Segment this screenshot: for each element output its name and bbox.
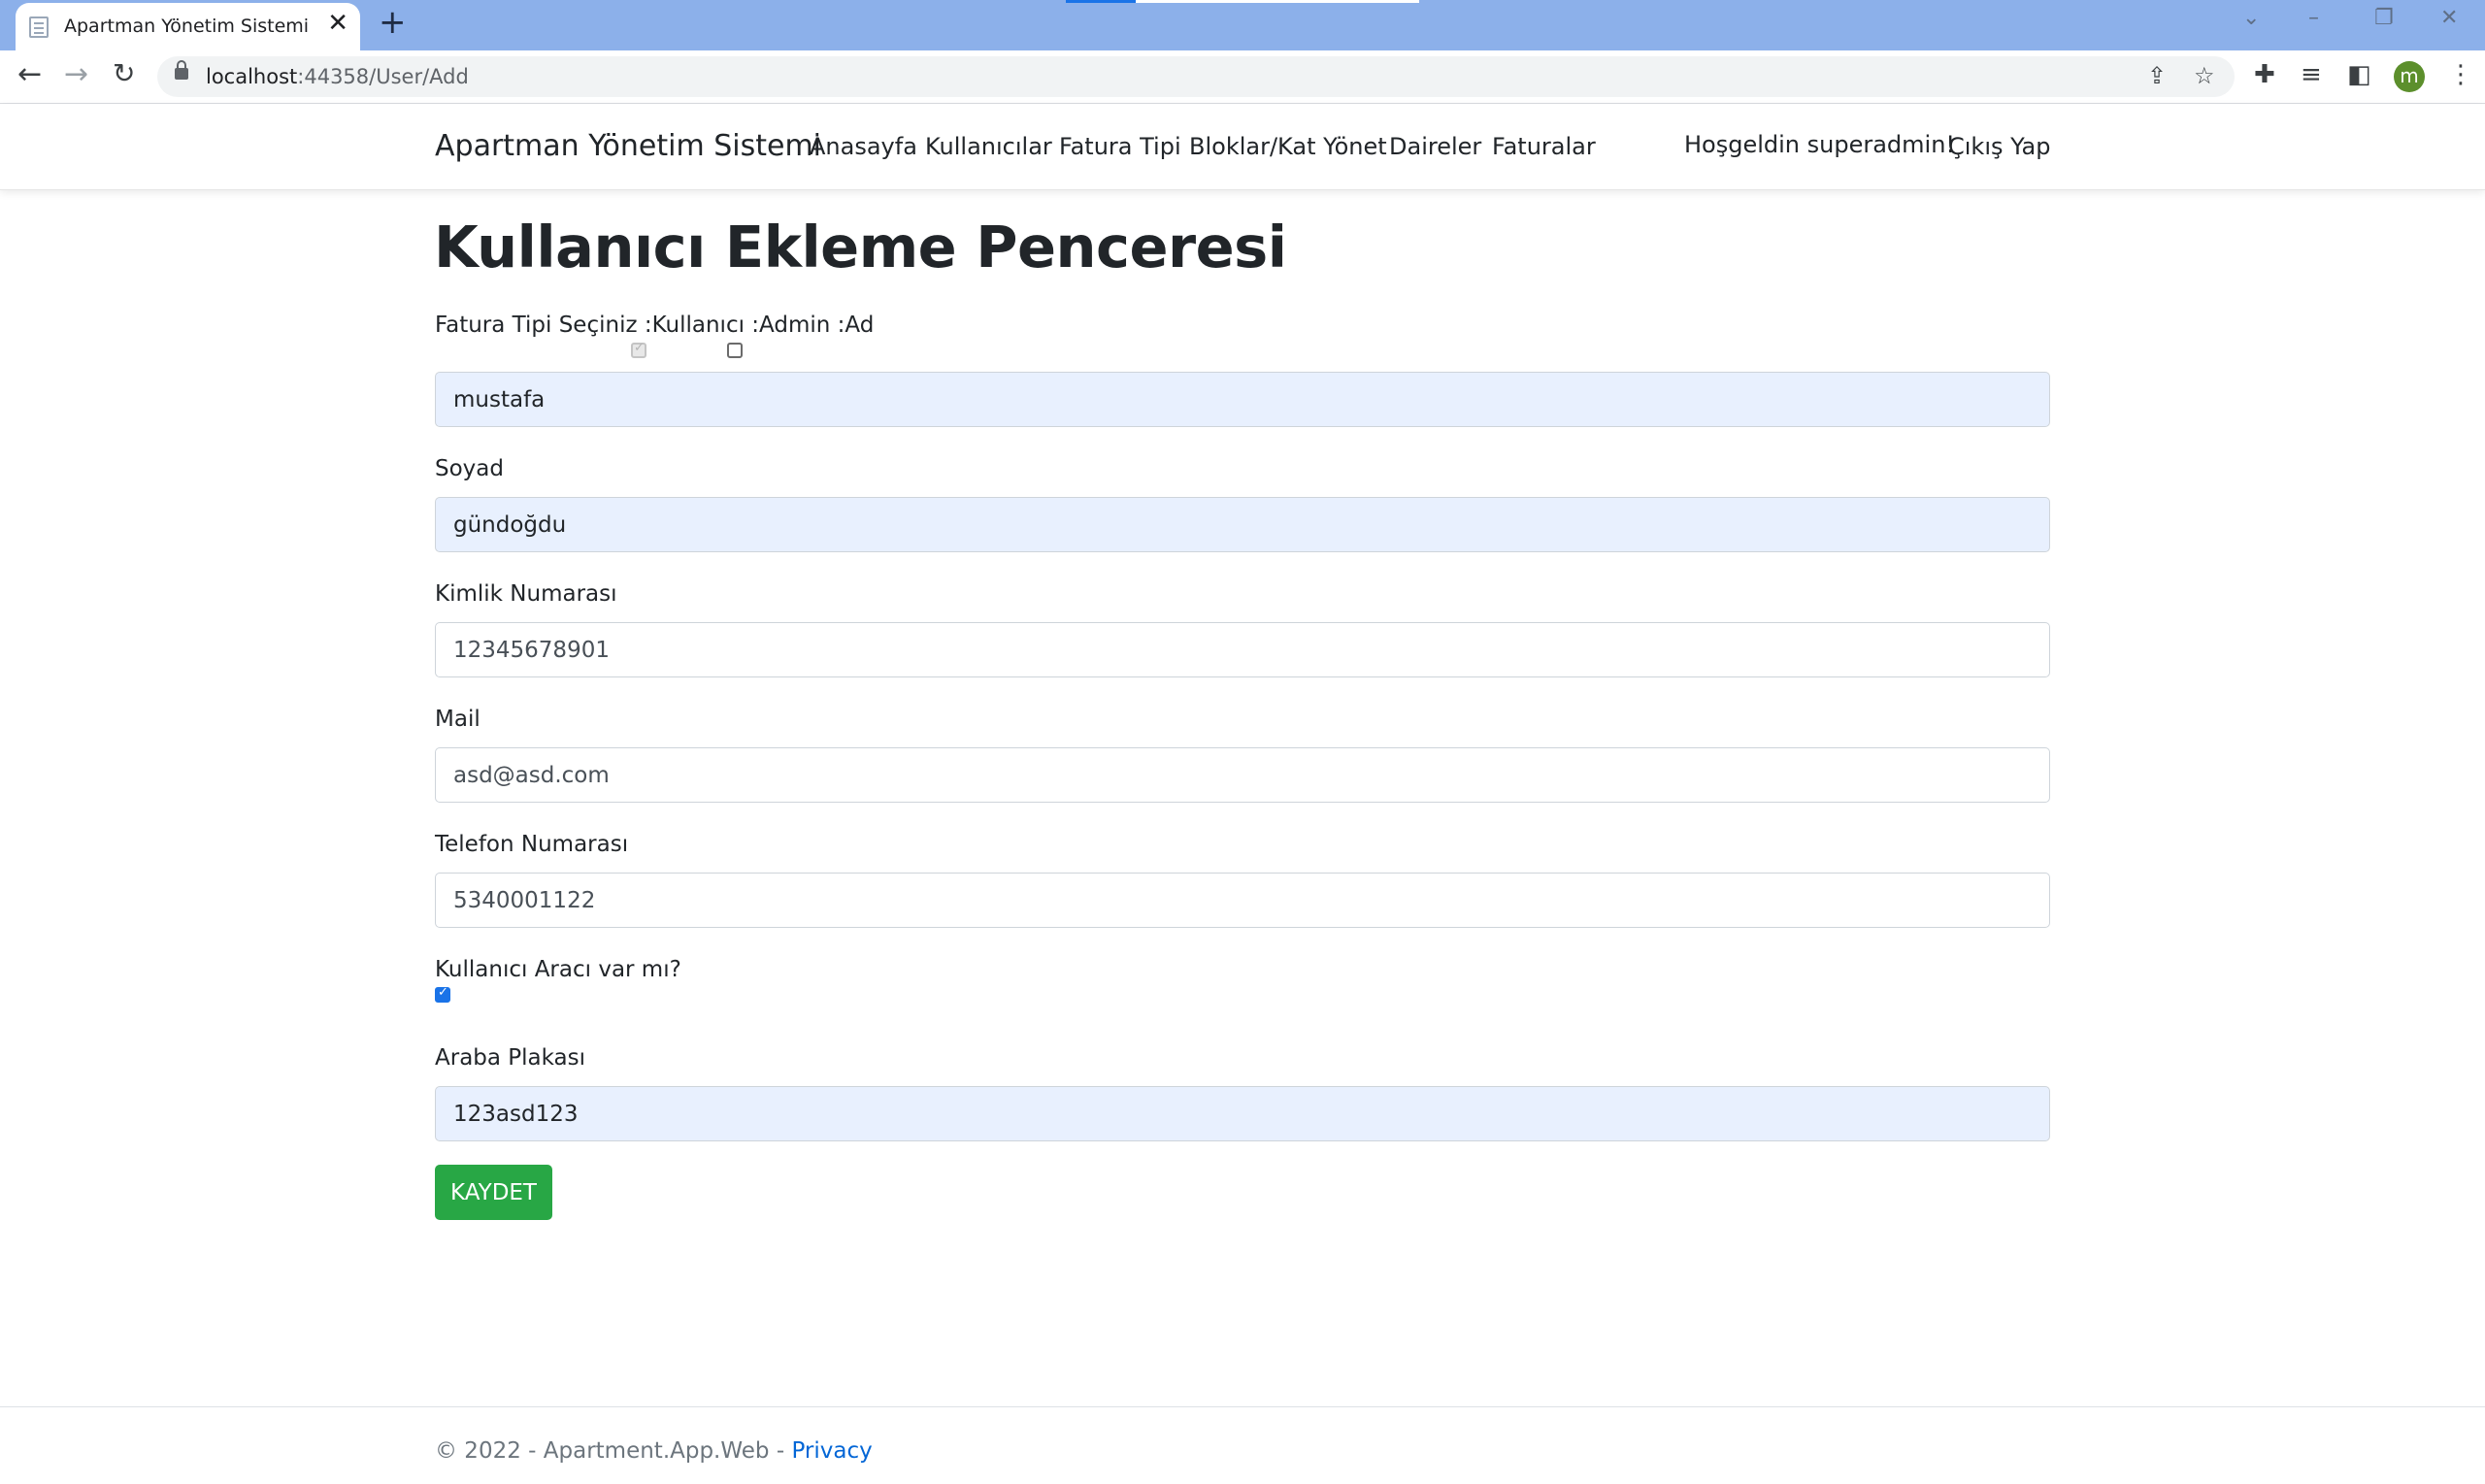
- browser-toolbar: ← → ↻ localhost:44358/User/Add ⇪ ☆ ✚ ≡ ◧…: [0, 50, 2485, 104]
- phone-label: Telefon Numarası: [435, 832, 629, 857]
- nav-link-kullanicilar[interactable]: Kullanıcılar: [925, 133, 1052, 160]
- role-label: Fatura Tipi Seçiniz :Kullanıcı :Admin :A…: [435, 313, 875, 338]
- tab-close-icon[interactable]: ✕: [327, 11, 348, 36]
- browser-tab[interactable]: Apartman Yönetim Sistemi ✕: [16, 3, 360, 50]
- nav-link-fatura-tipi[interactable]: Fatura Tipi: [1059, 133, 1181, 160]
- forward-icon[interactable]: →: [64, 60, 88, 89]
- id-number-label: Kimlik Numarası: [435, 581, 617, 607]
- new-tab-button[interactable]: +: [379, 6, 407, 39]
- last-name-input[interactable]: [435, 497, 2050, 552]
- menu-icon[interactable]: ⋮: [2448, 62, 2473, 87]
- has-car-checkbox[interactable]: [435, 985, 450, 1003]
- nav-link-anasayfa[interactable]: Anasayfa: [810, 133, 917, 160]
- app-navbar: Apartman Yönetim Sistemi Anasayfa Kullan…: [0, 104, 2485, 190]
- footer-text: © 2022 - Apartment.App.Web - Privacy: [435, 1438, 873, 1464]
- browser-titlebar: Apartman Yönetim Sistemi ✕ + ⌄ – ❐ ✕: [0, 0, 2485, 50]
- back-icon[interactable]: ←: [17, 60, 42, 89]
- navbar-brand[interactable]: Apartman Yönetim Sistemi: [435, 129, 821, 163]
- share-icon[interactable]: ⇪: [2147, 62, 2167, 89]
- role-admin-checkbox[interactable]: [727, 343, 743, 358]
- media-icon[interactable]: ≡: [2301, 62, 2322, 87]
- restore-icon[interactable]: ❐: [2374, 6, 2394, 30]
- extensions-icon[interactable]: ✚: [2254, 62, 2275, 87]
- last-name-label: Soyad: [435, 456, 504, 481]
- mail-input[interactable]: [435, 747, 2050, 803]
- nav-link-daireler[interactable]: Daireler: [1389, 133, 1481, 160]
- id-number-input[interactable]: [435, 622, 2050, 677]
- page-title: Kullanıcı Ekleme Penceresi: [434, 214, 1287, 280]
- mail-label: Mail: [435, 707, 480, 732]
- titlebar-indicator-track: [1136, 0, 1419, 3]
- profile-avatar[interactable]: m: [2394, 61, 2425, 92]
- privacy-link[interactable]: Privacy: [791, 1438, 872, 1464]
- titlebar-indicator: [1066, 0, 1136, 3]
- window-close-icon[interactable]: ✕: [2440, 6, 2458, 30]
- minimize-icon[interactable]: –: [2308, 6, 2319, 30]
- plate-label: Araba Plakası: [435, 1045, 586, 1071]
- address-bar[interactable]: localhost:44358/User/Add ⇪ ☆: [157, 56, 2235, 97]
- nav-link-faturalar[interactable]: Faturalar: [1492, 133, 1596, 160]
- page-footer: © 2022 - Apartment.App.Web - Privacy: [0, 1406, 2485, 1484]
- tab-search-icon[interactable]: ⌄: [2242, 6, 2260, 30]
- lock-icon[interactable]: [175, 60, 188, 80]
- phone-input[interactable]: [435, 873, 2050, 928]
- reload-icon[interactable]: ↻: [113, 60, 135, 87]
- first-name-input[interactable]: [435, 372, 2050, 427]
- url-text[interactable]: localhost:44358/User/Add: [206, 65, 469, 88]
- page-favicon-icon: [29, 16, 49, 38]
- nav-link-bloklar[interactable]: Bloklar/Kat Yönet: [1189, 133, 1387, 160]
- save-button[interactable]: KAYDET: [435, 1165, 552, 1220]
- logout-link[interactable]: Çıkış Yap: [1948, 133, 2050, 160]
- tab-title: Apartman Yönetim Sistemi: [64, 16, 310, 37]
- star-icon[interactable]: ☆: [2194, 62, 2215, 89]
- plate-input[interactable]: [435, 1086, 2050, 1141]
- greeting-text: Hoşgeldin superadmin!: [1684, 131, 1956, 158]
- role-user-checkbox: [631, 341, 646, 358]
- sidepanel-icon[interactable]: ◧: [2347, 62, 2371, 87]
- has-car-label: Kullanıcı Aracı var mı?: [435, 957, 681, 982]
